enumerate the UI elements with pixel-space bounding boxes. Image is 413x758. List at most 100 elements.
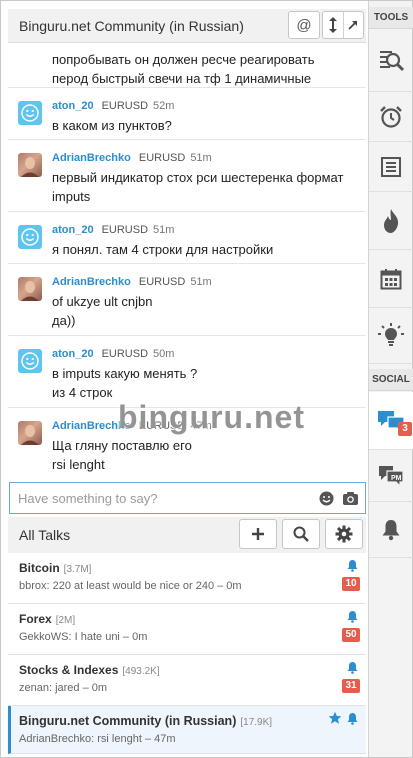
message-symbol[interactable]: EURUSD xyxy=(102,224,148,236)
screener-button[interactable] xyxy=(369,30,413,92)
flame-icon xyxy=(384,208,399,233)
unread-badge: 50 xyxy=(342,628,360,642)
resize-vertical-button[interactable] xyxy=(323,12,343,38)
talk-name-wrapper: Stocks & Indexes [493.2K] xyxy=(19,663,160,677)
bell-icon[interactable] xyxy=(346,610,359,623)
talk-item-forex[interactable]: Forex [2M] GekkoWS: I hate uni – 0m 50 xyxy=(8,604,366,655)
message-item: попробывать он должен ресче реагировать … xyxy=(8,43,366,87)
bell-icon xyxy=(382,519,400,540)
talks-title: All Talks xyxy=(19,527,71,543)
avatar[interactable] xyxy=(18,225,42,249)
message-symbol[interactable]: EURUSD xyxy=(102,348,148,360)
message-meta: AdrianBrechko EURUSD 51m xyxy=(52,276,212,288)
user-photo-icon xyxy=(21,425,39,445)
message-item: aton_20 EURUSD 52m в каком из пунктов? xyxy=(8,87,366,139)
talks-settings-button[interactable] xyxy=(325,519,363,549)
popout-arrow-icon xyxy=(348,21,358,30)
avatar[interactable] xyxy=(18,153,42,177)
notifications-button[interactable] xyxy=(369,502,413,558)
popout-button[interactable] xyxy=(342,12,363,38)
smiley-icon xyxy=(21,228,39,246)
message-symbol[interactable]: EURUSD xyxy=(139,420,185,432)
chat-title: Binguru.net Community (in Russian) xyxy=(19,18,244,34)
talk-last-message: zenan: jared – 0m xyxy=(19,682,108,694)
social-label: SOCIAL xyxy=(369,369,413,391)
talk-name-wrapper: Bitcoin [3.7M] xyxy=(19,561,91,575)
chat-panel: Binguru.net Community (in Russian) @ поп… xyxy=(1,1,368,757)
new-talk-button[interactable] xyxy=(239,519,277,549)
hotlists-button[interactable] xyxy=(369,192,413,250)
chat-header: Binguru.net Community (in Russian) @ xyxy=(8,9,366,43)
talk-item-stocks-indexes[interactable]: Stocks & Indexes [493.2K] zenan: jared – … xyxy=(8,655,366,706)
avatar[interactable] xyxy=(18,349,42,373)
avatar[interactable] xyxy=(18,101,42,125)
star-icon[interactable] xyxy=(328,711,342,725)
emoji-icon[interactable] xyxy=(318,490,335,507)
message-author[interactable]: AdrianBrechko xyxy=(52,276,131,288)
calendar-button[interactable] xyxy=(369,250,413,308)
smiley-icon xyxy=(21,104,39,122)
message-author[interactable]: aton_20 xyxy=(52,348,94,360)
talk-size: [17.9K] xyxy=(240,717,273,728)
message-meta: aton_20 EURUSD 50m xyxy=(52,348,174,360)
talk-name: Binguru.net Community (in Russian) xyxy=(19,714,237,728)
list-icon xyxy=(381,156,401,177)
message-meta: AdrianBrechko EURUSD 51m xyxy=(52,152,212,164)
camera-icon[interactable] xyxy=(342,490,359,507)
search-talks-button[interactable] xyxy=(282,519,320,549)
alarm-clock-icon xyxy=(380,105,402,128)
message-time: 51m xyxy=(153,224,175,236)
talk-size: [493.2K] xyxy=(122,666,160,677)
bell-icon[interactable] xyxy=(346,559,359,572)
alerts-button[interactable] xyxy=(369,92,413,142)
bell-icon[interactable] xyxy=(346,661,359,674)
message-symbol[interactable]: EURUSD xyxy=(102,100,148,112)
private-chats-button[interactable]: PM xyxy=(369,450,413,502)
window-controls xyxy=(322,11,364,39)
talk-last-message: AdrianBrechko: rsi lenght – 47m xyxy=(19,733,176,745)
message-symbol[interactable]: EURUSD xyxy=(139,276,185,288)
watchlist-button[interactable] xyxy=(369,142,413,192)
message-author[interactable]: AdrianBrechko xyxy=(52,420,131,432)
unread-badge: 31 xyxy=(342,679,360,693)
plus-icon xyxy=(252,528,264,540)
talk-item-bitcoin[interactable]: Bitcoin [3.7M] bbrox: 220 at least would … xyxy=(8,553,366,604)
avatar[interactable] xyxy=(18,277,42,301)
avatar[interactable] xyxy=(18,421,42,445)
message-symbol[interactable]: EURUSD xyxy=(139,152,185,164)
talk-size: [2M] xyxy=(55,615,76,626)
private-message-icon: PM xyxy=(379,465,404,487)
message-input[interactable] xyxy=(18,488,308,508)
talks-header: All Talks xyxy=(8,517,366,553)
gear-icon xyxy=(335,525,353,543)
message-item: aton_20 EURUSD 51m я понял. там 4 строки д… xyxy=(8,211,366,263)
message-time: 50m xyxy=(153,348,175,360)
mention-button[interactable]: @ xyxy=(288,11,320,39)
ideas-button[interactable] xyxy=(369,308,413,364)
right-toolbar: TOOLS SOCIAL 3 PM xyxy=(368,1,413,757)
talk-name: Stocks & Indexes xyxy=(19,663,119,677)
user-photo-icon xyxy=(21,157,39,177)
bell-icon[interactable] xyxy=(346,712,359,725)
message-list[interactable]: попробывать он должен ресче реагировать … xyxy=(8,43,366,481)
message-time: 51m xyxy=(190,152,212,164)
talk-item-binguru-community[interactable]: Binguru.net Community (in Russian) [17.9K… xyxy=(8,706,366,754)
talk-name: Forex xyxy=(19,612,52,626)
message-item: AdrianBrechko EURUSD 51m первый индикатор … xyxy=(8,139,366,211)
resize-vertical-icon xyxy=(328,17,337,33)
talk-size: [3.7M] xyxy=(63,564,92,575)
message-meta: aton_20 EURUSD 52m xyxy=(52,100,174,112)
talk-last-message: bbrox: 220 at least would be nice or 240… xyxy=(19,580,242,592)
message-text: первый индикатор стох рси шестеренка фор… xyxy=(52,170,344,204)
message-author[interactable]: aton_20 xyxy=(52,100,94,112)
message-time: 51m xyxy=(190,276,212,288)
message-author[interactable]: AdrianBrechko xyxy=(52,152,131,164)
message-meta: AdrianBrechko EURUSD 47m xyxy=(52,420,212,432)
user-photo-icon xyxy=(21,281,39,301)
message-author[interactable]: aton_20 xyxy=(52,224,94,236)
message-text: of ukzye ult cnjbn да)) xyxy=(52,294,153,328)
chats-button[interactable]: 3 xyxy=(369,392,413,450)
calendar-icon xyxy=(380,268,402,289)
talk-name-wrapper: Forex [2M] xyxy=(19,612,75,626)
talk-name: Bitcoin xyxy=(19,561,60,575)
